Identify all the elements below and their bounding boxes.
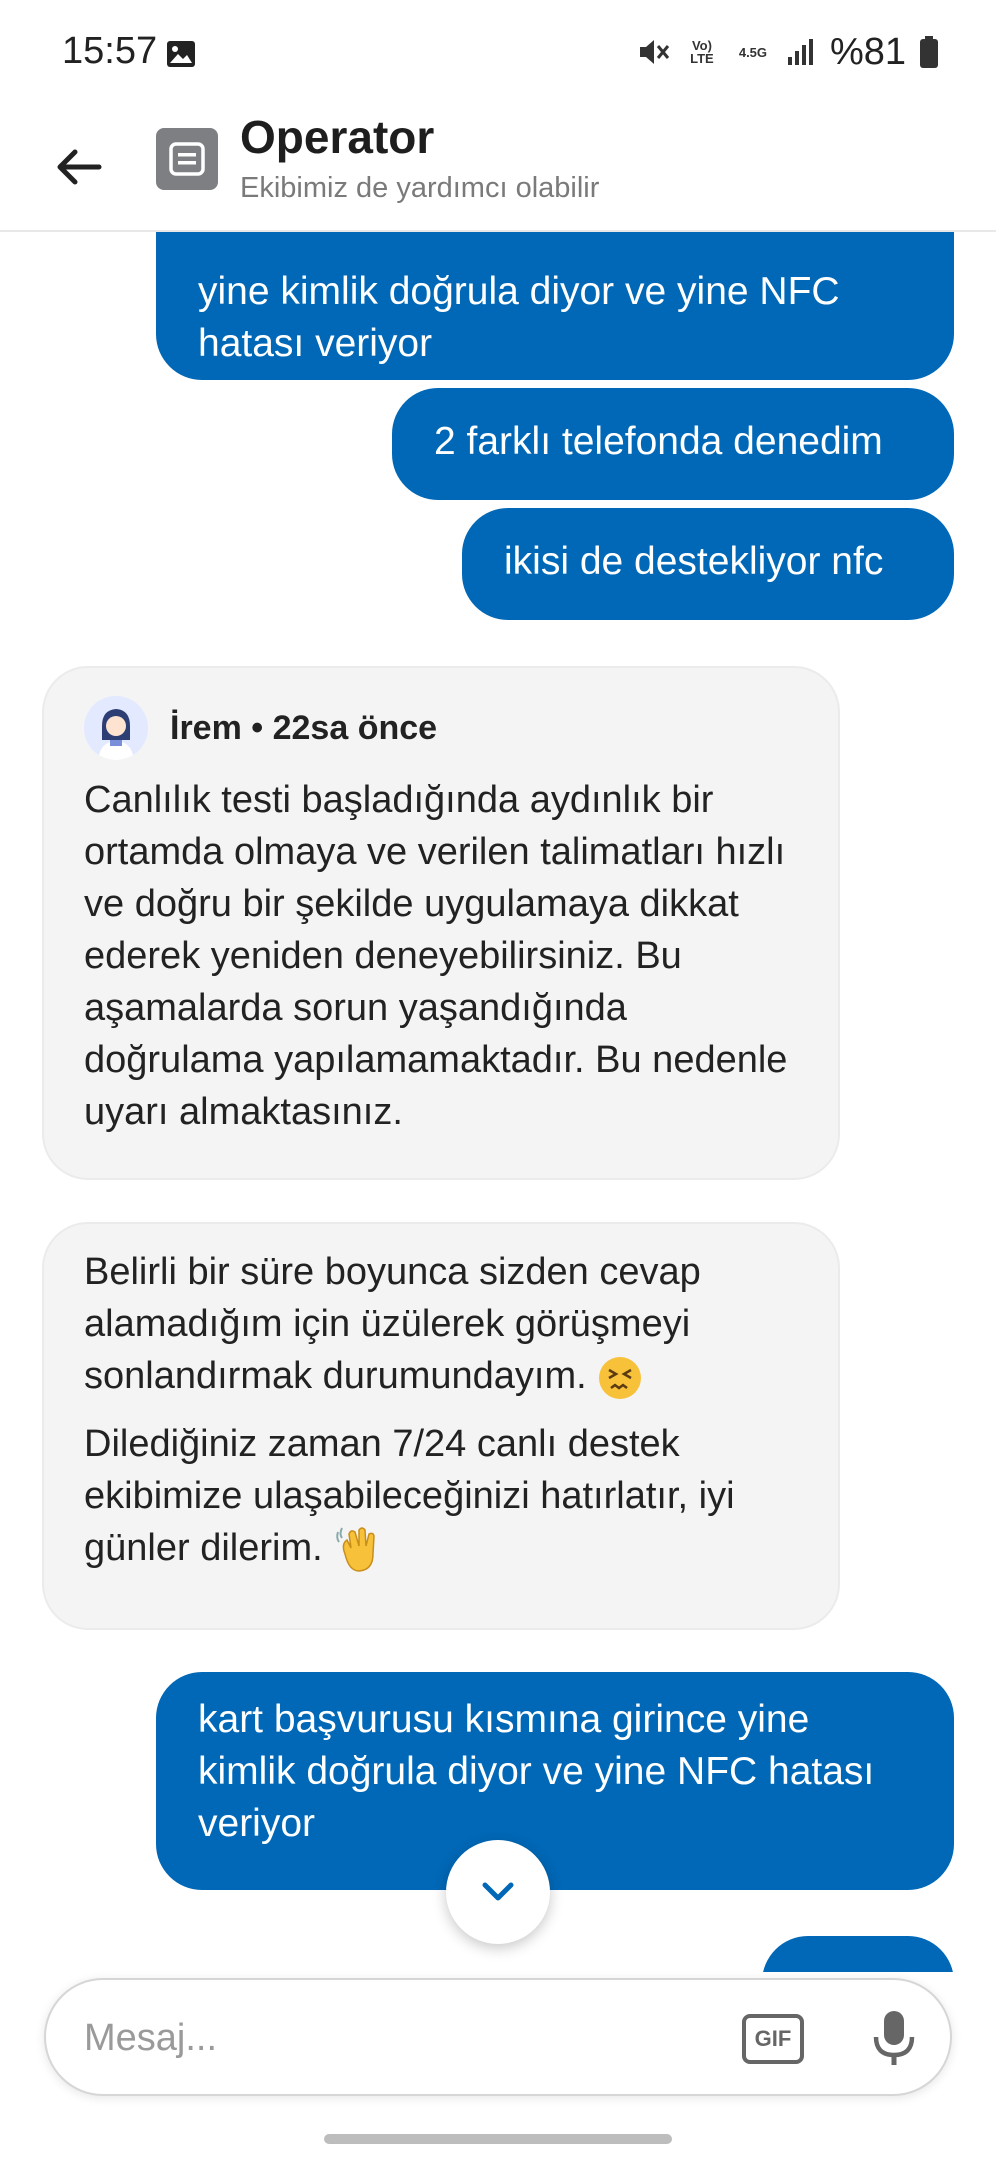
message-paragraph: Dilediğiniz zaman 7/24 canlı destek ekib… (84, 1418, 798, 1576)
page-title: Operator (240, 111, 435, 163)
outgoing-message (762, 1936, 954, 1972)
battery-icon (920, 36, 938, 68)
back-button[interactable] (44, 132, 114, 202)
outgoing-message: kart başvurusu kısmına girince yine kiml… (156, 1672, 954, 1890)
outgoing-message: ikisi de destekliyor nfc (462, 508, 954, 620)
sender-name: İrem • 22sa önce (170, 709, 438, 747)
sender-row: İrem • 22sa önce (84, 696, 798, 760)
home-indicator[interactable] (324, 2134, 672, 2144)
status-bar: 15:57 Vo) LTE 4.5G %81 (0, 0, 996, 110)
agent-avatar (84, 696, 148, 760)
message-text: ikisi de destekliyor nfc (504, 540, 884, 583)
outgoing-message: 2 farklı telefonda denedim (392, 388, 954, 500)
scroll-to-bottom-button[interactable] (446, 1840, 550, 1944)
status-time: 15:57 (62, 30, 158, 72)
chat-header: Operator Ekibimiz de yardımcı olabilir (0, 110, 996, 232)
microphone-icon (873, 2011, 915, 2065)
mute-icon (639, 40, 670, 64)
waving-hand-emoji (336, 1527, 375, 1572)
persevering-face-emoji (599, 1356, 642, 1399)
message-composer: GIF (44, 1978, 952, 2096)
agent-avatar-icon (84, 696, 148, 760)
signal-icon (787, 39, 813, 65)
arrow-left-icon (57, 149, 102, 185)
chevron-down-icon (482, 1882, 514, 1901)
operator-icon (169, 142, 205, 176)
network-type: 4.5G (738, 44, 768, 60)
chat-messages[interactable]: yine kimlik doğrula diyor ve yine NFC ha… (0, 232, 996, 1972)
operator-avatar (156, 128, 218, 190)
message-text: Dilediğiniz zaman 7/24 canlı destek ekib… (84, 1423, 735, 1569)
message-text: kart başvurusu kısmına girince yine kiml… (198, 1698, 875, 1845)
gallery-notification-icon (167, 41, 195, 67)
outgoing-message: yine kimlik doğrula diyor ve yine NFC ha… (156, 232, 954, 380)
message-text: Canlılık testi başladığında aydınlık bir… (84, 779, 788, 1133)
message-text: yine kimlik doğrula diyor ve yine NFC ha… (198, 270, 840, 365)
status-icons: Vo) LTE 4.5G %81 (636, 30, 938, 74)
microphone-button[interactable] (866, 2006, 922, 2072)
page-subtitle: Ekibimiz de yardımcı olabilir (240, 172, 600, 204)
volte-indicator: Vo) LTE (690, 38, 714, 66)
battery-percent: %81 (829, 30, 906, 73)
message-input[interactable] (84, 2002, 724, 2074)
message-text: 2 farklı telefonda denedim (434, 420, 883, 463)
incoming-message: Belirli bir süre boyunca sizden cevap al… (42, 1222, 840, 1630)
gif-button[interactable]: GIF (742, 2014, 804, 2064)
incoming-message: İrem • 22sa önce Canlılık testi başladığ… (42, 666, 840, 1180)
message-paragraph: Belirli bir süre boyunca sizden cevap al… (84, 1246, 798, 1402)
